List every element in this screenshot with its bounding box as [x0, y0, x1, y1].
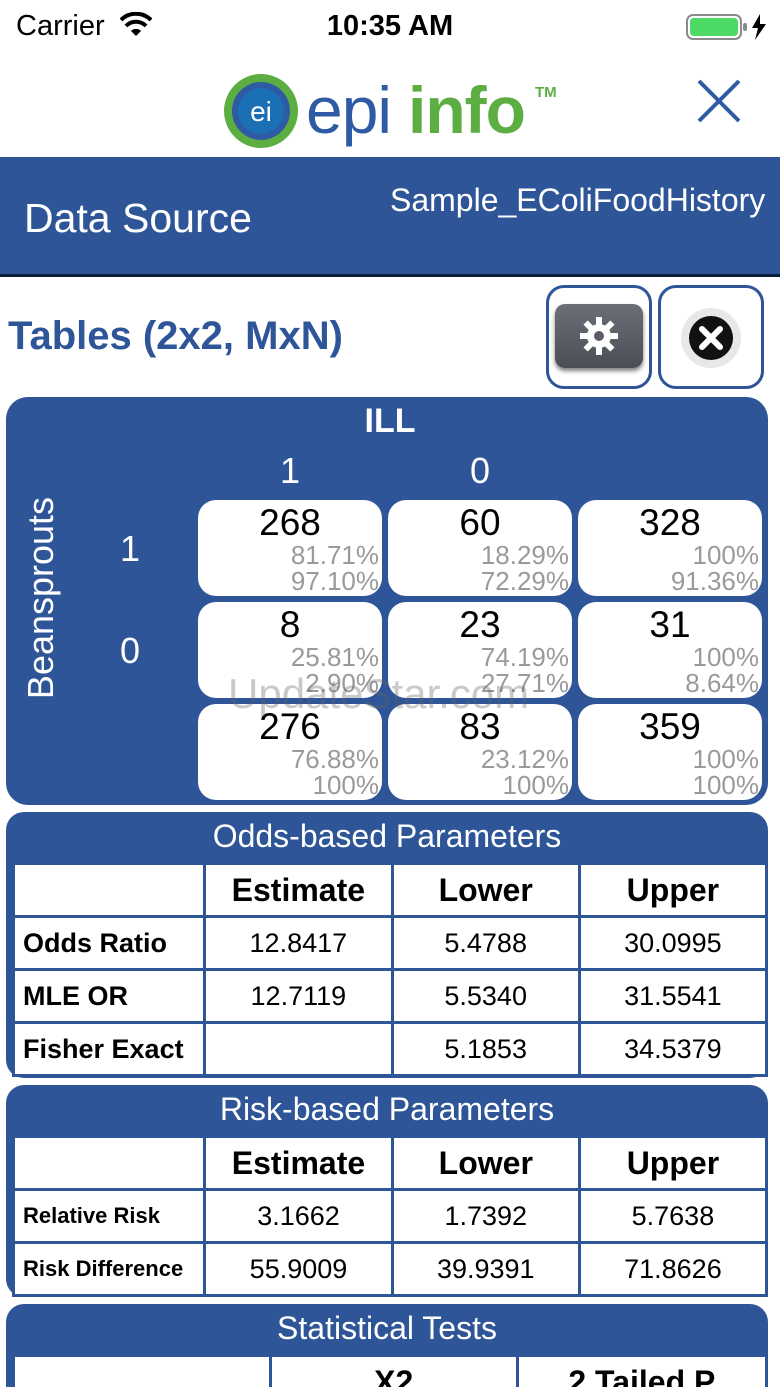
tests-table: X2 2 Tailed P [12, 1354, 769, 1387]
section-title: Odds-based Parameters [212, 818, 562, 854]
battery-icon [686, 14, 766, 40]
crosstab-row-total: 328 100% 91.36% [578, 500, 762, 596]
epiinfo-logo: ei epi info TM [222, 68, 562, 150]
risk-table: Estimate Lower Upper Relative Risk 3.1662… [11, 1135, 769, 1297]
logo-tm-mark: TM [535, 84, 557, 101]
table-header-row: X2 2 Tailed P [12, 1354, 769, 1387]
column-variable: ILL [364, 402, 416, 440]
page-title: Tables (2x2, MxN) [8, 314, 343, 358]
close-icon[interactable] [696, 78, 742, 124]
epiinfo-badge-icon: ei [224, 74, 298, 148]
table-row: Relative Risk 3.1662 1.7392 5.7638 [11, 1188, 769, 1244]
column-level-0: 0 [469, 450, 491, 491]
crosstab-cell: 23 74.19% 27.71% [388, 602, 572, 698]
table-row: Odds Ratio 12.8417 5.4788 30.0995 [11, 915, 769, 971]
table-row: Fisher Exact 5.1853 34.5379 [11, 1021, 769, 1077]
settings-button[interactable] [546, 285, 652, 389]
close-circle-icon [681, 308, 741, 368]
table-row: Risk Difference 55.9009 39.9391 71.8626 [11, 1241, 769, 1297]
row-variable: Beansprouts [20, 496, 61, 700]
section-title: Statistical Tests [277, 1310, 497, 1346]
statistical-tests-section: Statistical Tests X2 2 Tailed P [6, 1304, 769, 1387]
column-level-1: 1 [279, 450, 301, 491]
odds-table: Estimate Lower Upper Odds Ratio 12.8417 5.… [11, 862, 769, 1077]
table-header-row: Estimate Lower Upper [11, 1135, 769, 1191]
crosstab-row-total: 31 100% 8.64% [578, 602, 762, 698]
crosstab-column-total: 276 76.88% 100% [198, 704, 382, 800]
status-bar: Carrier 10:35 AM [0, 0, 780, 54]
crosstab-grand-total: 359 100% 100% [578, 704, 762, 800]
section-title: Risk-based Parameters [219, 1091, 555, 1127]
odds-parameters-section: Odds-based Parameters Estimate Lower Upp… [6, 812, 769, 1078]
risk-parameters-section: Risk-based Parameters Estimate Lower Upp… [6, 1085, 769, 1297]
table-row: MLE OR 12.7119 5.5340 31.5541 [11, 968, 769, 1024]
svg-text:ei: ei [250, 96, 272, 127]
clock: 10:35 AM [326, 10, 454, 42]
row-level-1: 1 [119, 528, 141, 569]
crosstab-cell: 60 18.29% 72.29% [388, 500, 572, 596]
crosstab-column-total: 83 23.12% 100% [388, 704, 572, 800]
data-source-label: Data Source [24, 195, 252, 241]
data-source-bar: Data Source Sample_EColiFoodHistory [0, 157, 780, 277]
table-header-row: Estimate Lower Upper [11, 862, 769, 918]
gear-icon [580, 317, 618, 355]
crosstab-cell: 8 25.81% 2.90% [198, 602, 382, 698]
clear-button[interactable] [658, 285, 764, 389]
data-source-value[interactable]: Sample_EColiFoodHistory [390, 179, 778, 221]
logo-info-text: info [408, 73, 526, 147]
crosstab-cell: 268 81.71% 97.10% [198, 500, 382, 596]
logo-epi-text: epi [306, 73, 392, 147]
row-level-0: 0 [119, 630, 141, 671]
